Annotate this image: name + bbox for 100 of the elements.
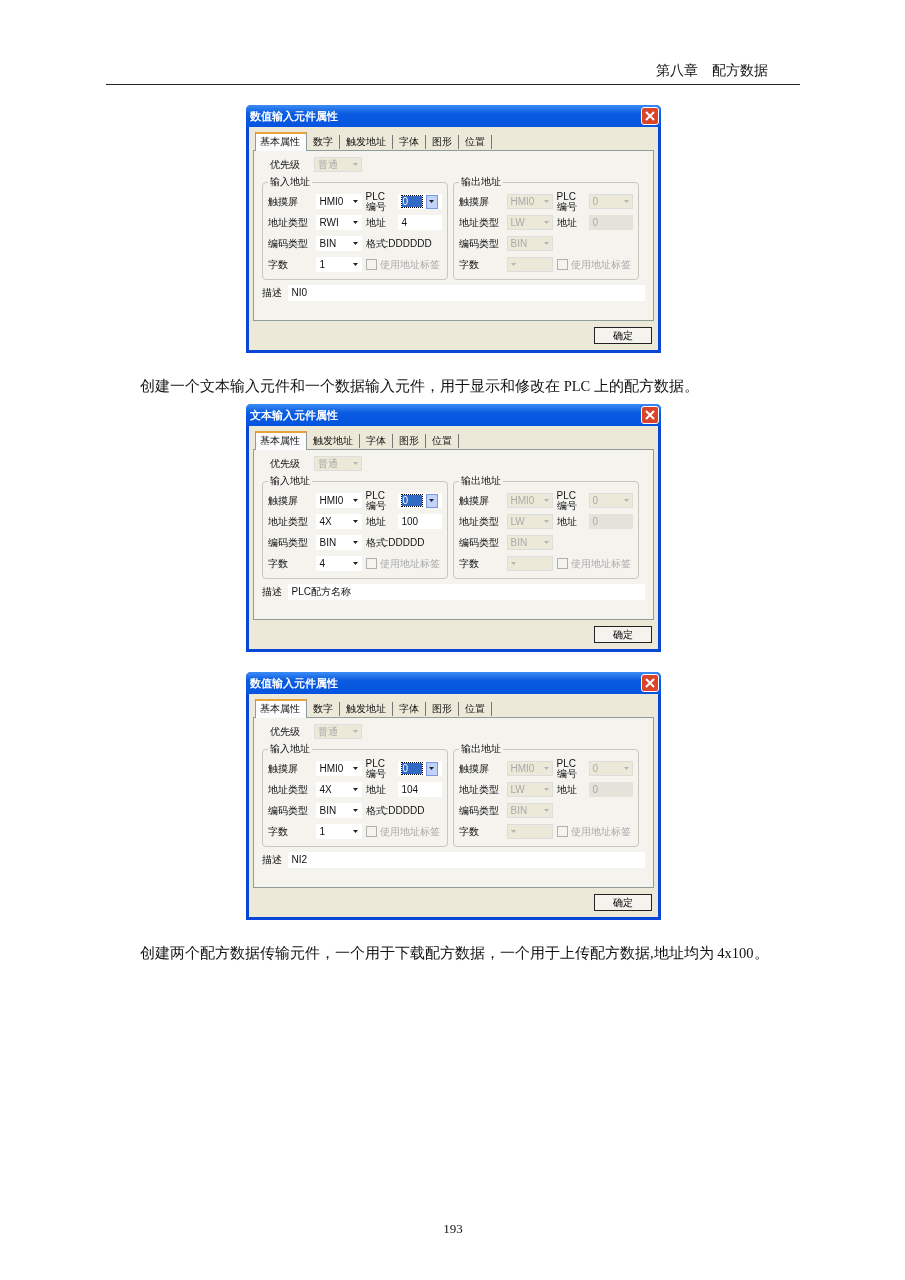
tab[interactable]: 图形	[427, 135, 459, 149]
close-icon	[644, 678, 655, 688]
field-label: PLC 编号	[556, 758, 578, 779]
caret-icon	[543, 520, 549, 523]
dropdown[interactable]: BIN	[315, 535, 362, 550]
description-field[interactable]: NI2	[287, 852, 645, 868]
tab[interactable]: 触发地址	[308, 434, 360, 448]
caret-icon	[543, 788, 549, 791]
group-label: 输出地址	[459, 474, 502, 488]
caret-icon	[543, 809, 549, 812]
caret-icon	[352, 242, 358, 245]
tab[interactable]: 基本属性	[254, 132, 307, 151]
caret-icon	[352, 163, 358, 166]
tab[interactable]: 位置	[460, 135, 492, 149]
dropdown[interactable]: 4X	[315, 514, 362, 529]
description-field[interactable]: PLC配方名称	[287, 584, 645, 600]
tab[interactable]: 位置	[427, 434, 459, 448]
window-title: 文本输入元件属性	[249, 407, 338, 423]
dropdown[interactable]: HMI0	[315, 194, 362, 209]
description-field[interactable]: NI0	[287, 285, 645, 301]
dropdown[interactable]: 4	[315, 556, 362, 571]
ok-button[interactable]: 确定	[593, 894, 652, 911]
tab[interactable]: 触发地址	[341, 702, 393, 716]
chapter-title: 配方数据	[712, 62, 768, 80]
field-label: 地址类型	[458, 215, 500, 230]
ok-button[interactable]: 确定	[593, 327, 652, 344]
caret-icon	[352, 200, 358, 203]
ok-button[interactable]: 确定	[593, 626, 652, 643]
address-field[interactable]: 4	[397, 215, 442, 230]
field-label: PLC 编号	[365, 758, 387, 779]
address-field[interactable]: 104	[397, 782, 442, 797]
tab[interactable]: 数字	[308, 702, 340, 716]
field-label: 描述	[261, 853, 282, 867]
field-label: 编码类型	[267, 803, 309, 818]
address-field[interactable]: 100	[397, 514, 442, 529]
dropdown[interactable]: HMI0	[315, 761, 362, 776]
group-label: 输入地址	[268, 175, 311, 189]
field-label: 优先级	[269, 157, 300, 172]
caret-icon	[543, 499, 549, 502]
dropdown[interactable]: 0	[397, 194, 442, 209]
field-label: 地址	[556, 215, 578, 230]
caret-icon	[623, 767, 629, 770]
caret-icon	[352, 541, 358, 544]
tab[interactable]: 触发地址	[341, 135, 393, 149]
field-label: 编码类型	[458, 535, 500, 550]
field-label: 编码类型	[458, 236, 500, 251]
tab[interactable]: 字体	[394, 702, 426, 716]
field-label: 触摸屏	[458, 761, 490, 776]
field-label: 字数	[267, 556, 289, 571]
format-text: 格式:DDDDD	[365, 803, 426, 818]
field-label: 地址	[365, 782, 387, 797]
field-label: 编码类型	[267, 535, 309, 550]
close-button[interactable]	[640, 107, 659, 125]
caret-icon	[543, 200, 549, 203]
group-label: 输入地址	[268, 742, 311, 756]
tab[interactable]: 字体	[361, 434, 393, 448]
dropdown[interactable]: 0	[397, 493, 442, 508]
field-label: 地址	[365, 514, 387, 529]
tab[interactable]: 位置	[460, 702, 492, 716]
caret-icon	[510, 562, 516, 565]
dropdown[interactable]: BIN	[315, 236, 362, 251]
field-label: 触摸屏	[458, 194, 490, 209]
caret-icon	[425, 194, 438, 209]
caret-icon	[352, 809, 358, 812]
dropdown[interactable]: 0	[397, 761, 442, 776]
tab[interactable]: 字体	[394, 135, 426, 149]
field-label: PLC 编号	[556, 191, 578, 212]
field-label: 字数	[267, 257, 289, 272]
field-label: 字数	[267, 824, 289, 839]
field-label: 编码类型	[267, 236, 309, 251]
field-label: 触摸屏	[267, 194, 299, 209]
caret-icon	[623, 200, 629, 203]
field-label: PLC 编号	[556, 490, 578, 511]
field-label: 地址类型	[458, 782, 500, 797]
field-label: 字数	[458, 824, 480, 839]
dropdown[interactable]: RWI	[315, 215, 362, 230]
dropdown[interactable]: HMI0	[315, 493, 362, 508]
dropdown[interactable]: 4X	[315, 782, 362, 797]
tab[interactable]: 图形	[427, 702, 459, 716]
caret-icon	[352, 221, 358, 224]
format-text: 格式:DDDDD	[365, 535, 426, 550]
tab[interactable]: 图形	[394, 434, 426, 448]
format-text: 格式:DDDDDD	[365, 236, 433, 251]
tab[interactable]: 基本属性	[254, 699, 307, 718]
caret-icon	[352, 730, 358, 733]
tab[interactable]: 数字	[308, 135, 340, 149]
dropdown[interactable]: BIN	[315, 803, 362, 818]
caret-icon	[543, 242, 549, 245]
dropdown[interactable]: 1	[315, 257, 362, 272]
field-label: PLC 编号	[365, 490, 387, 511]
window-title: 数值输入元件属性	[249, 108, 338, 124]
page-number: 193	[442, 1221, 464, 1237]
tab[interactable]: 基本属性	[254, 431, 307, 450]
close-button[interactable]	[640, 674, 659, 692]
field-label: 字数	[458, 556, 480, 571]
field-label: 地址	[556, 514, 578, 529]
close-button[interactable]	[640, 406, 659, 424]
field-label: 地址类型	[267, 514, 309, 529]
field-label: 优先级	[269, 456, 300, 471]
dropdown[interactable]: 1	[315, 824, 362, 839]
